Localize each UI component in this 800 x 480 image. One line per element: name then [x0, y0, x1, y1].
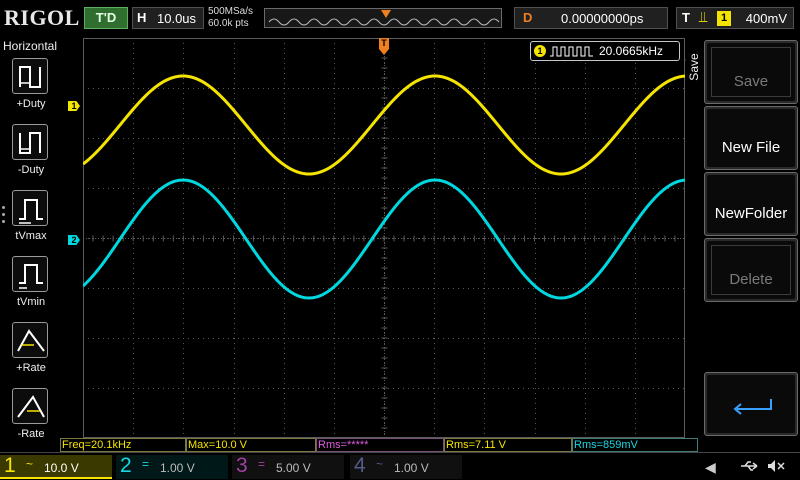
measure-negative-rate[interactable]: -Rate: [8, 388, 54, 454]
delay-display[interactable]: D 0.00000000ps: [514, 7, 668, 29]
measurement-result[interactable]: Rms=7.11 V: [444, 438, 572, 452]
new-file-button-label: New File: [721, 139, 781, 156]
save-button-label: Save: [733, 73, 769, 90]
negative-duty-icon: [12, 124, 48, 160]
measurement-result[interactable]: Freq=20.1kHz: [60, 438, 186, 452]
measure-label: +Rate: [16, 362, 46, 374]
ch1-offset-marker[interactable]: 1: [68, 101, 80, 111]
channel-status-bar: 1 ~ 10.0 V 2 = 1.00 V 3 = 5.00 V 4 ~ 1.0…: [0, 452, 800, 480]
square-wave-icon: [550, 46, 593, 57]
panel-title: Horizontal: [2, 39, 58, 53]
rising-edge-icon: ⫫: [699, 9, 708, 26]
usb-icon: [741, 461, 758, 471]
measurement-results-bar: Freq=20.1kHz Max=10.0 V Rms=***** Rms=7.…: [60, 438, 700, 452]
measure-tvmax[interactable]: tVmax: [8, 190, 54, 256]
delete-button[interactable]: Delete: [704, 238, 798, 302]
ch1-waveform: [83, 74, 685, 176]
tvmin-icon: [12, 256, 48, 292]
sample-rate: 500MSa/s: [208, 6, 254, 17]
trigger-marker-arrow: [379, 49, 389, 55]
save-button[interactable]: Save: [704, 40, 798, 104]
measurement-result[interactable]: Rms=*****: [316, 438, 444, 452]
trigger-display[interactable]: T ⫫ 1 400mV: [676, 7, 794, 29]
measure-positive-rate[interactable]: +Rate: [8, 322, 54, 388]
waveform-traces: [83, 74, 685, 300]
channel-scale: 1.00 V: [160, 461, 195, 475]
acquisition-info: 500MSa/s 60.0k pts: [208, 6, 260, 30]
channel-1-status[interactable]: 1 ~ 10.0 V: [0, 454, 112, 479]
channel-scale: 1.00 V: [394, 461, 429, 475]
positive-duty-icon: [12, 58, 48, 94]
measure-label: tVmax: [15, 230, 47, 242]
measure-tvmin[interactable]: tVmin: [8, 256, 54, 322]
new-file-button[interactable]: New File: [704, 106, 798, 170]
counter-value: 20.0665kHz: [599, 44, 664, 58]
negative-rate-icon: [12, 388, 48, 424]
measurement-result[interactable]: Rms=859mV: [572, 438, 698, 452]
measure-negative-duty[interactable]: -Duty: [8, 124, 54, 190]
memory-depth: 60.0k pts: [208, 18, 249, 29]
channel-number: 2: [120, 454, 132, 477]
channel-number: 1: [4, 454, 16, 477]
measure-label: tVmin: [16, 296, 46, 308]
coupling-icon: =: [258, 457, 266, 471]
measure-label: +Duty: [16, 98, 46, 110]
menu-title: Save: [687, 53, 701, 81]
tvmax-icon: [12, 190, 48, 226]
timebase-label: H: [137, 10, 147, 25]
new-folder-button[interactable]: NewFolder: [704, 172, 798, 236]
waveform-display[interactable]: [83, 38, 685, 438]
measure-positive-duty[interactable]: +Duty: [8, 58, 54, 124]
timebase-value: 10.0us: [157, 11, 197, 26]
measure-label: -Duty: [17, 164, 45, 176]
coupling-icon: ~: [26, 457, 34, 471]
channel-scale: 10.0 V: [44, 461, 79, 475]
measure-label: -Rate: [17, 428, 45, 440]
ch2-offset-marker[interactable]: 2: [68, 235, 80, 245]
channel-number: 3: [236, 454, 248, 477]
brand-logo: RIGOL: [4, 5, 80, 30]
measure-panel: Horizontal +Duty -Duty tVmax tVmin +Rate: [0, 36, 60, 452]
memory-overview-bar: [264, 8, 502, 28]
channel-4-status[interactable]: 4 ~ 1.00 V: [350, 454, 462, 479]
ch2-waveform: [83, 178, 685, 300]
trigger-time-marker[interactable]: T: [379, 38, 389, 56]
measurement-result[interactable]: Max=10.0 V: [186, 438, 316, 452]
channel-number: 4: [354, 454, 366, 477]
delay-value: 0.00000000ps: [561, 11, 644, 26]
new-folder-button-label: NewFolder: [714, 205, 788, 222]
timebase-display[interactable]: H 10.0us: [132, 7, 204, 29]
sound-muted-icon[interactable]: [766, 459, 786, 473]
channel-3-status[interactable]: 3 = 5.00 V: [232, 454, 344, 479]
counter-source: 1: [534, 45, 546, 57]
delete-button-label: Delete: [729, 271, 773, 288]
positive-rate-icon: [12, 322, 48, 358]
run-status-badge[interactable]: T'D: [84, 7, 128, 29]
softkey-menu: Save Save New File NewFolder Delete: [686, 36, 800, 452]
top-status-bar: RIGOL T'D H 10.0us 500MSa/s 60.0k pts D …: [0, 0, 800, 36]
trigger-level: 400mV: [745, 11, 787, 26]
frequency-counter: 1 20.0665kHz: [530, 41, 680, 61]
delay-label: D: [523, 10, 533, 25]
coupling-icon: =: [142, 457, 150, 471]
coupling-icon: ~: [376, 457, 384, 471]
return-arrow-icon: [733, 399, 772, 415]
channel-scale: 5.00 V: [276, 461, 311, 475]
channel-2-status[interactable]: 2 = 1.00 V: [116, 454, 228, 479]
scroll-dots: [2, 206, 6, 227]
nav-left-arrow-icon[interactable]: ◀: [705, 459, 716, 476]
trigger-source: 1: [717, 11, 731, 26]
back-button[interactable]: [704, 372, 798, 436]
menu-title-bar: Save: [686, 36, 702, 100]
trigger-label: T: [682, 10, 690, 25]
trigger-marker-label: T: [379, 38, 389, 49]
